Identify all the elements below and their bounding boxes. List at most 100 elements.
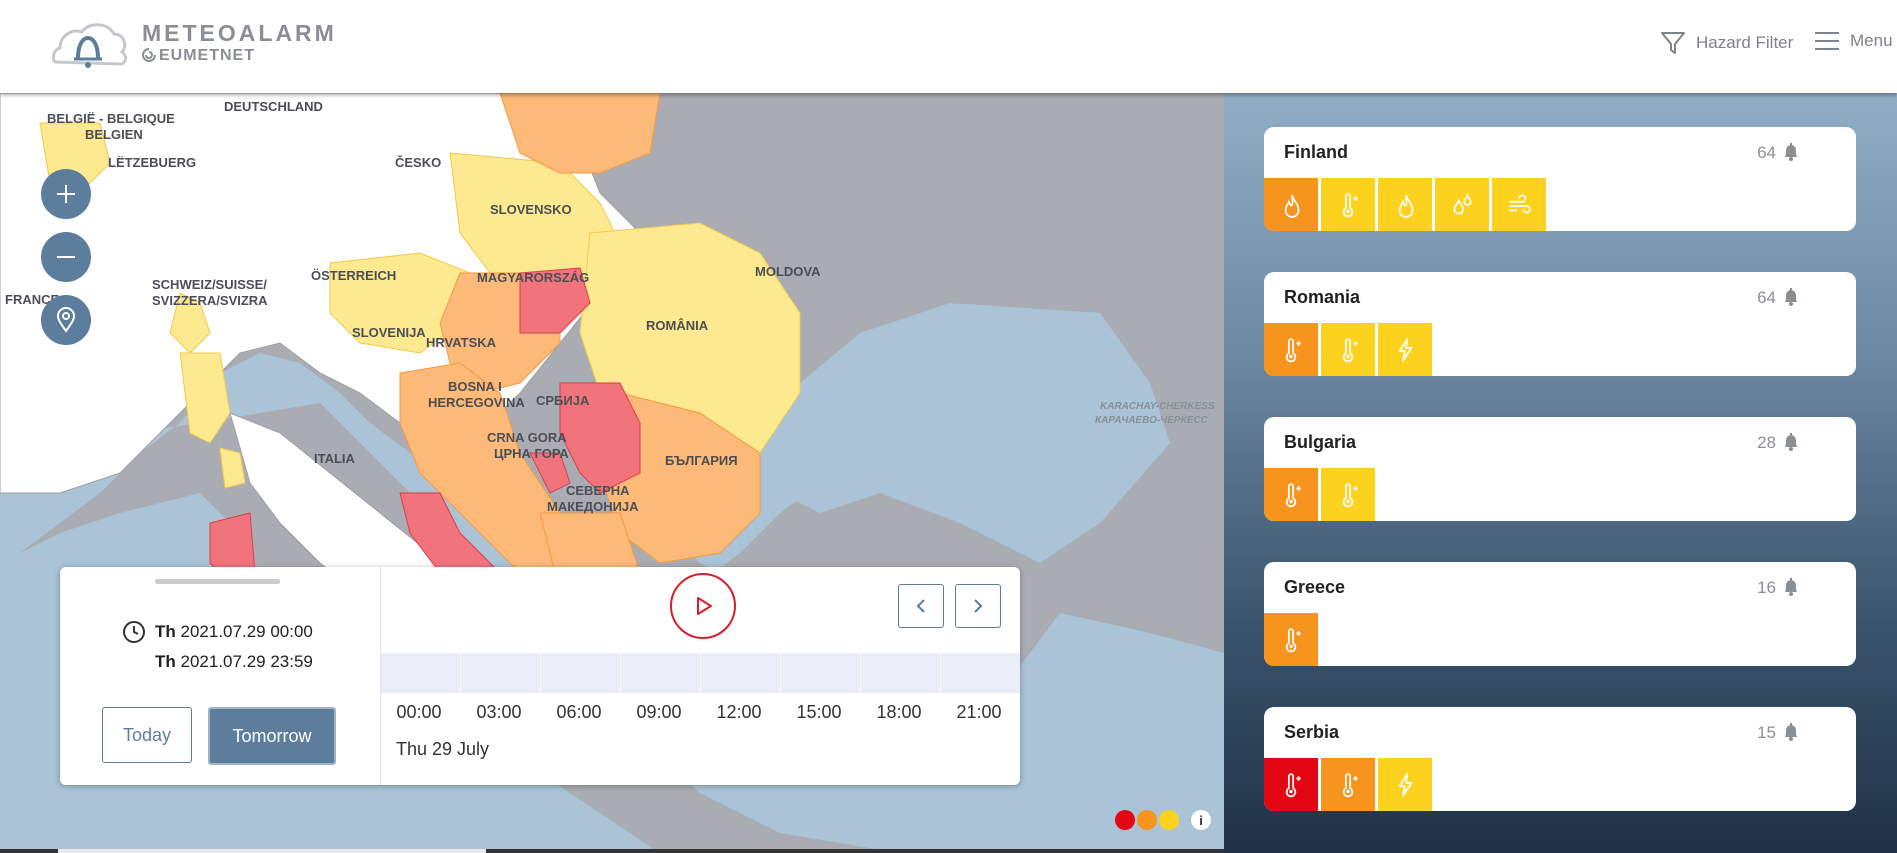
chevron-right-icon [974,599,983,613]
warning-yellow-west2 [179,352,231,444]
hazard-yellow-thermometer-high[interactable] [1321,178,1375,231]
hour-label[interactable]: 18:00 [859,702,939,723]
map-label: LËTZEBUERG [108,155,197,170]
hazard-yellow-thunderstorm[interactable] [1378,758,1432,811]
hour-label[interactable]: 15:00 [779,702,859,723]
hour-label[interactable]: 06:00 [539,702,619,723]
next-day-button[interactable] [955,584,1001,628]
start-time: 2021.07.29 00:00 [180,622,313,641]
hour-label[interactable]: 21:00 [939,702,1019,723]
fire-icon [1284,194,1300,218]
thermometer-high-icon [1285,337,1301,362]
hour-label[interactable]: 09:00 [619,702,699,723]
hazard-icons-row [1264,323,1435,376]
hazard-yellow-thermometer-high[interactable] [1321,323,1375,376]
hour-label[interactable]: 00:00 [379,702,459,723]
bell-icon [1785,288,1797,306]
top-header: METEOALARM EUMETNET Hazard Filter Menu [0,0,1897,93]
thermometer-high-icon [1342,772,1358,797]
map-label: SCHWEIZ/SUISSE/ [152,277,267,292]
map-label: MOLDOVA [755,264,821,279]
date-range-panel: Th 2021.07.29 00:00 Th 2021.07.29 23:59 … [60,567,381,785]
thermometer-high-icon [1285,482,1301,507]
map-label: BELGIEN [85,127,143,142]
tomorrow-button[interactable]: Tomorrow [208,707,336,765]
hazard-orange-thermometer-high[interactable] [1264,613,1318,666]
map-label: BELGIË - BELGIQUE [47,111,175,126]
country-card-finland[interactable]: Finland 64 [1264,127,1856,231]
end-day: Th [155,652,176,671]
map-label: MAGYARORSZÁG [477,270,590,285]
map-label: СРБИЈА [536,393,590,408]
hour-label[interactable]: 03:00 [459,702,539,723]
hour-label[interactable]: 12:00 [699,702,779,723]
end-time: 2021.07.29 23:59 [180,652,313,671]
country-card-romania[interactable]: Romania 64 [1264,272,1856,376]
map-label: SLOVENIJA [352,325,426,340]
hazard-orange-thermometer-high[interactable] [1264,468,1318,521]
meteoalarm-logo[interactable]: METEOALARM EUMETNET [50,16,350,76]
legend-info-button[interactable]: i [1191,810,1211,830]
hazard-yellow-thunderstorm[interactable] [1378,323,1432,376]
filter-icon [1661,32,1685,54]
hazard-icons-row [1264,178,1549,231]
hazard-yellow-thermometer-high[interactable] [1321,468,1375,521]
thermometer-high-icon [1342,482,1358,507]
locate-me-button[interactable] [41,295,91,345]
hazard-icons-row [1264,758,1435,811]
hazard-orange-thermometer-high[interactable] [1321,758,1375,811]
map-label: КАРАЧАЕВО-ЧЕРКЕСС [1095,415,1208,426]
warning-count: 28 [1757,433,1776,452]
country-card-serbia[interactable]: Serbia 15 [1264,707,1856,811]
hamburger-menu-icon [1815,32,1839,50]
map-label: SVIZZERA/SVIZRA [152,293,268,308]
map-label: HRVATSKA [426,335,497,350]
country-name: Serbia [1284,722,1340,742]
bottom-scrollbar-thumb[interactable] [58,849,486,853]
today-button[interactable]: Today [102,707,192,763]
country-card-bulgaria[interactable]: Bulgaria 28 [1264,417,1856,521]
clock-icon [123,621,145,643]
map-label: BOSNA I [448,379,502,394]
hazard-icons-row [1264,468,1378,521]
hazard-orange-thermometer-high[interactable] [1264,323,1318,376]
play-button[interactable] [670,573,736,639]
country-name: Romania [1284,287,1361,307]
zoom-out-button[interactable] [41,232,91,282]
hazard-yellow-fire[interactable] [1378,178,1432,231]
thunderstorm-icon [1398,772,1413,797]
map-label: ЦРНА ГОРА [494,446,569,461]
country-name: Finland [1284,142,1348,162]
bell-icon [1785,143,1797,161]
location-pin-icon [56,307,76,333]
logo-subtitle-text: EUMETNET [159,47,255,64]
menu-button[interactable]: Menu [1814,30,1893,52]
country-card-greece[interactable]: Greece 16 [1264,562,1856,666]
hazard-filter-button[interactable]: Hazard Filter [1660,30,1793,56]
zoom-in-button[interactable] [41,169,91,219]
map-label: ROMÂNIA [646,318,709,333]
thermometer-high-icon [1342,337,1358,362]
map-label: СЕВЕРНА [566,483,630,498]
map-label: CRNA GORA [487,430,567,445]
thermometer-high-icon [1342,192,1358,217]
previous-day-button[interactable] [898,584,944,628]
bell-logo-icon [51,23,128,68]
warning-count: 15 [1757,723,1776,742]
fire-icon [1398,194,1414,218]
legend-orange-dot [1137,810,1157,830]
warning-count: 64 [1757,288,1776,307]
hazard-filter-label: Hazard Filter [1696,33,1794,52]
eumetnet-swirl-icon [142,48,156,62]
start-datetime: Th 2021.07.29 00:00 [155,622,313,642]
map-label: ÖSTERREICH [311,268,397,283]
hazard-yellow-wind[interactable] [1492,178,1546,231]
thunderstorm-icon [1398,337,1413,362]
logo-title: METEOALARM [142,20,337,46]
drag-handle[interactable] [155,579,280,584]
hazard-icons-row [1264,613,1321,666]
hazard-yellow-rain-drops[interactable] [1435,178,1489,231]
map-label: ČESKO [395,155,442,170]
hazard-orange-fire[interactable] [1264,178,1318,231]
hazard-red-thermometer-high[interactable] [1264,758,1318,811]
